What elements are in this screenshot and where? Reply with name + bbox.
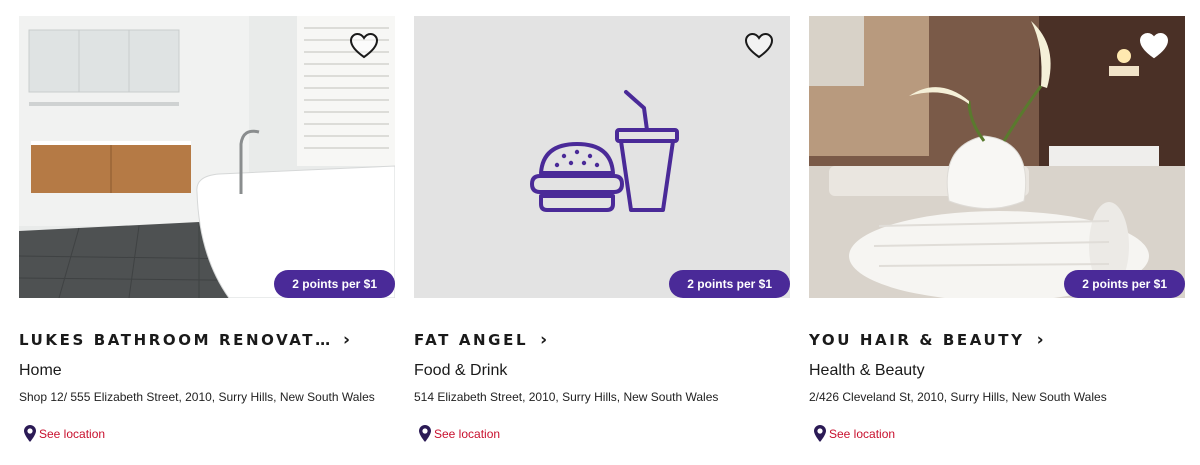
favorite-button[interactable] <box>349 32 379 60</box>
see-location-link[interactable]: See location <box>414 424 790 443</box>
heart-icon <box>1139 32 1169 59</box>
burger-drink-illustration <box>414 16 790 298</box>
merchant-card-grid: 2 points per $1 LUKES BATHROOM RENOVATIO… <box>0 0 1200 465</box>
favorite-button[interactable] <box>744 32 774 60</box>
points-badge: 2 points per $1 <box>1064 270 1185 298</box>
merchant-image[interactable]: 2 points per $1 <box>809 16 1185 298</box>
chevron-right-icon: › <box>540 330 548 350</box>
see-location-label: See location <box>829 426 896 441</box>
merchant-address: 514 Elizabeth Street, 2010, Surry Hills,… <box>414 390 719 404</box>
see-location-link[interactable]: See location <box>809 424 1185 443</box>
merchant-title: FAT ANGEL <box>414 331 529 349</box>
map-pin-icon <box>419 425 431 442</box>
merchant-title: LUKES BATHROOM RENOVATIO… <box>19 331 331 349</box>
see-location-label: See location <box>434 426 501 441</box>
map-pin-icon <box>814 425 826 442</box>
points-badge: 2 points per $1 <box>274 270 395 298</box>
points-badge: 2 points per $1 <box>669 270 790 298</box>
merchant-title-link[interactable]: LUKES BATHROOM RENOVATIO… › <box>19 329 395 351</box>
merchant-card[interactable]: 2 points per $1 FAT ANGEL › Food & Drink… <box>414 16 790 443</box>
see-location-link[interactable]: See location <box>19 424 395 443</box>
merchant-address: 2/426 Cleveland St, 2010, Surry Hills, N… <box>809 390 1107 404</box>
heart-icon <box>744 32 774 59</box>
see-location-label: See location <box>39 426 106 441</box>
chevron-right-icon: › <box>343 330 351 350</box>
merchant-category: Home <box>19 362 62 379</box>
merchant-image[interactable]: 2 points per $1 <box>19 16 395 298</box>
map-pin-icon <box>24 425 36 442</box>
merchant-category: Health & Beauty <box>809 362 925 379</box>
favorite-button[interactable] <box>1139 32 1169 60</box>
merchant-card[interactable]: 2 points per $1 YOU HAIR & BEAUTY › Heal… <box>809 16 1185 443</box>
merchant-title-link[interactable]: YOU HAIR & BEAUTY › <box>809 329 1185 351</box>
merchant-card[interactable]: 2 points per $1 LUKES BATHROOM RENOVATIO… <box>19 16 395 443</box>
merchant-image[interactable]: 2 points per $1 <box>414 16 790 298</box>
merchant-address: Shop 12/ 555 Elizabeth Street, 2010, Sur… <box>19 390 375 404</box>
chevron-right-icon: › <box>1036 330 1044 350</box>
bathroom-photo <box>19 16 395 298</box>
heart-icon <box>349 32 379 59</box>
merchant-title: YOU HAIR & BEAUTY <box>809 331 1025 349</box>
towels-lily-photo <box>809 16 1185 298</box>
merchant-category: Food & Drink <box>414 362 508 379</box>
merchant-title-link[interactable]: FAT ANGEL › <box>414 329 790 351</box>
